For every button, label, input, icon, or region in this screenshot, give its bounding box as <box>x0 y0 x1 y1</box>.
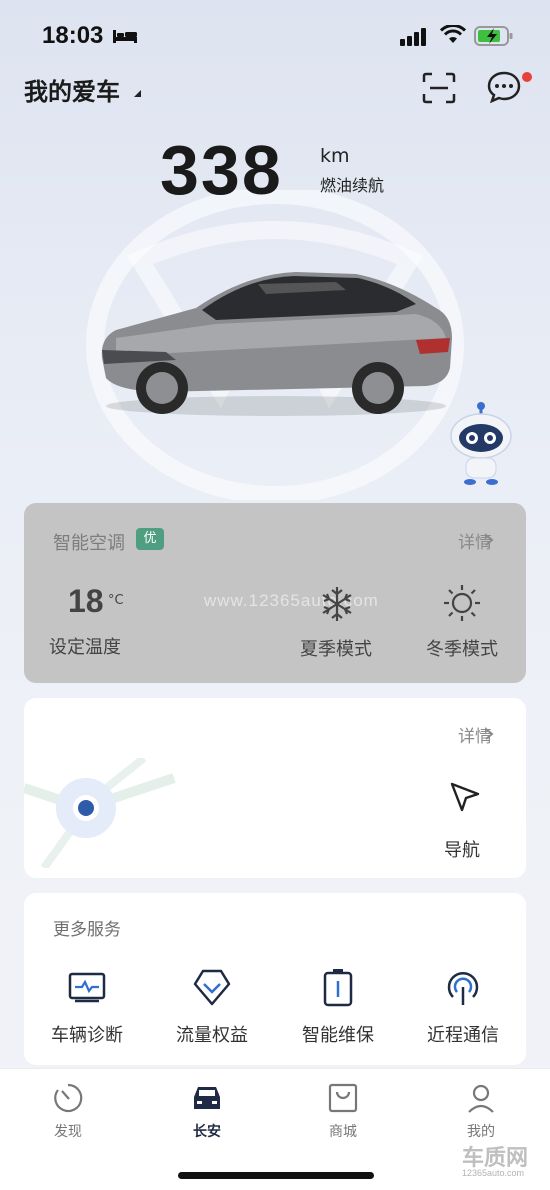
navigation-card[interactable]: 详情 导航 <box>24 698 526 878</box>
shop-icon <box>328 1083 358 1113</box>
winter-mode-label[interactable]: 冬季模式 <box>426 635 498 661</box>
navigation-label[interactable]: 导航 <box>444 836 480 862</box>
chevron-right-icon <box>485 534 494 546</box>
summer-mode-label[interactable]: 夏季模式 <box>300 635 372 661</box>
fuel-range-unit: km <box>320 145 350 167</box>
service-label: 流量权益 <box>176 1025 248 1046</box>
tab-label: 我的 <box>467 1124 495 1140</box>
data-plan-icon <box>193 969 231 1006</box>
sleep-mode-icon <box>113 30 137 43</box>
vehicle-image <box>101 272 453 416</box>
near-field-icon <box>447 971 479 1005</box>
wifi-icon <box>440 25 466 43</box>
status-time: 18:03 <box>42 22 104 49</box>
service-data-plan[interactable]: 流量权益 <box>157 967 267 1047</box>
set-temperature-label: 设定温度 <box>49 637 121 658</box>
chevron-right-icon <box>485 728 494 740</box>
service-diagnostics[interactable]: 车辆诊断 <box>32 967 142 1047</box>
set-temperature-value[interactable]: 18 <box>68 583 104 620</box>
tab-profile[interactable]: 我的 <box>441 1081 521 1141</box>
smart-ac-title: 智能空调 <box>53 533 125 554</box>
tab-changan[interactable]: 长安 <box>167 1081 247 1141</box>
fuel-range-label: 燃油续航 <box>320 176 385 195</box>
cellular-signal-icon <box>400 28 426 46</box>
map-location-preview[interactable] <box>24 758 194 868</box>
notification-dot <box>522 72 532 82</box>
temperature-unit: °C <box>108 593 124 608</box>
snowflake-icon[interactable] <box>320 585 354 623</box>
service-label: 近程通信 <box>427 1025 499 1046</box>
service-label: 车辆诊断 <box>51 1025 123 1046</box>
maintenance-icon <box>323 969 353 1007</box>
more-services-card: 更多服务 车辆诊断 流量权益 智能维保 近程通信 <box>24 893 526 1065</box>
tab-label: 发现 <box>54 1124 82 1140</box>
vehicle-switch-caret-icon[interactable] <box>134 90 141 97</box>
scan-icon[interactable] <box>422 72 456 104</box>
service-label: 智能维保 <box>302 1025 374 1046</box>
tab-shop[interactable]: 商城 <box>303 1081 383 1141</box>
tab-label: 长安 <box>193 1124 221 1140</box>
smart-ac-card[interactable]: 智能空调 优 详情 www.12365auto.com 18 °C 设定温度 夏… <box>24 503 526 683</box>
sun-icon[interactable] <box>442 583 482 623</box>
discover-icon <box>54 1083 83 1113</box>
service-near-field[interactable]: 近程通信 <box>408 967 518 1047</box>
tab-label: 商城 <box>329 1124 357 1140</box>
more-services-title: 更多服务 <box>53 920 121 940</box>
profile-icon <box>468 1084 494 1113</box>
car-icon <box>194 1087 220 1109</box>
status-bar: 18:03 <box>0 0 550 72</box>
tab-discover[interactable]: 发现 <box>28 1081 108 1141</box>
diagnostics-icon <box>68 972 106 1003</box>
service-maintenance[interactable]: 智能维保 <box>283 967 393 1047</box>
assistant-robot-icon[interactable] <box>446 402 516 486</box>
page-title[interactable]: 我的爱车 <box>24 72 120 107</box>
navigation-arrow-icon[interactable] <box>448 780 482 814</box>
home-indicator[interactable] <box>178 1172 374 1179</box>
fuel-range-value: 338 <box>160 131 283 209</box>
site-url-watermark: 12365auto.com <box>462 1168 525 1178</box>
battery-charging-icon <box>474 26 513 46</box>
air-quality-badge: 优 <box>136 528 164 550</box>
message-icon[interactable] <box>486 70 522 104</box>
